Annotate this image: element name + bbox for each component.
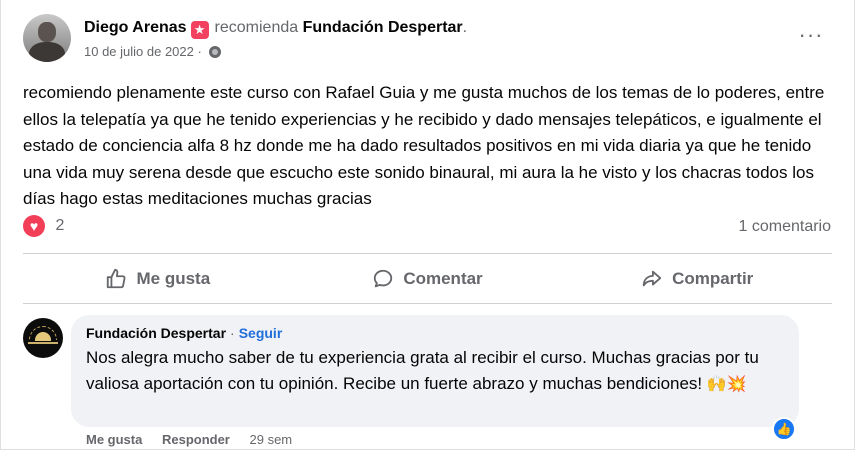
author-name[interactable]: Diego Arenas xyxy=(84,19,187,36)
star-tag-icon: ★ xyxy=(190,21,209,39)
comment-time[interactable]: 29 sem xyxy=(250,432,293,447)
like-button[interactable]: Me gusta xyxy=(23,254,293,303)
comment-reply-link[interactable]: Responder xyxy=(162,432,230,447)
action-bar: Me gusta Comentar Compartir xyxy=(23,254,832,303)
logo-base xyxy=(28,342,58,344)
speech-bubble-icon xyxy=(374,269,393,287)
divider xyxy=(23,303,832,304)
comment-button[interactable]: Comentar xyxy=(293,254,563,303)
blue-like-icon[interactable]: 👍 xyxy=(772,417,796,441)
comment-like-link[interactable]: Me gusta xyxy=(86,432,142,447)
thumbs-up-icon xyxy=(107,268,126,288)
share-arrow-icon xyxy=(642,270,662,286)
author-avatar[interactable] xyxy=(23,14,71,62)
page-name[interactable]: Fundación Despertar xyxy=(303,19,463,36)
comment-actions: Me gusta Responder 29 sem xyxy=(86,432,308,447)
commenter-name[interactable]: Fundación Despertar xyxy=(86,325,226,341)
comment-count[interactable]: 1 comentario xyxy=(739,218,832,236)
post-card: Diego Arenas ★ recomienda Fundación Desper… xyxy=(0,0,855,450)
commenter-avatar[interactable] xyxy=(23,318,63,358)
avatar-head xyxy=(38,22,56,42)
reaction-summary[interactable]: ♥ 2 xyxy=(23,215,64,239)
share-label: Compartir xyxy=(672,268,754,288)
comment-text: Nos alegra mucho saber de tu experiencia… xyxy=(86,345,786,396)
post-text: recomiendo plenamente este curso con Raf… xyxy=(23,83,825,208)
comment-label: Comentar xyxy=(403,268,483,288)
page-suffix: . xyxy=(462,19,468,36)
comment-header: Fundación Despertar · Seguir xyxy=(86,325,282,341)
more-options-button[interactable]: ··· xyxy=(796,24,826,54)
comment-emoji: 🙌💥 xyxy=(706,373,747,393)
share-button[interactable]: Compartir xyxy=(562,254,832,303)
recommend-verb: recomienda xyxy=(214,19,299,36)
post-date-line: 10 de julio de 2022 · xyxy=(84,44,222,59)
comment-bubble: Fundación Despertar · Seguir Nos alegra mu… xyxy=(71,315,799,427)
separator-dot: · xyxy=(230,325,235,341)
heart-icon: ♥ xyxy=(23,215,45,237)
logo-sun xyxy=(35,332,51,341)
like-label: Me gusta xyxy=(136,268,211,288)
comment-body: Nos alegra mucho saber de tu experiencia… xyxy=(86,348,759,393)
globe-icon xyxy=(209,46,222,58)
post-header: Diego Arenas ★ recomienda Fundación Desper… xyxy=(84,18,467,39)
reaction-count: 2 xyxy=(55,217,65,234)
follow-link[interactable]: Seguir xyxy=(239,325,283,341)
post-date[interactable]: 10 de julio de 2022 · xyxy=(84,44,202,59)
avatar-body xyxy=(29,42,65,62)
